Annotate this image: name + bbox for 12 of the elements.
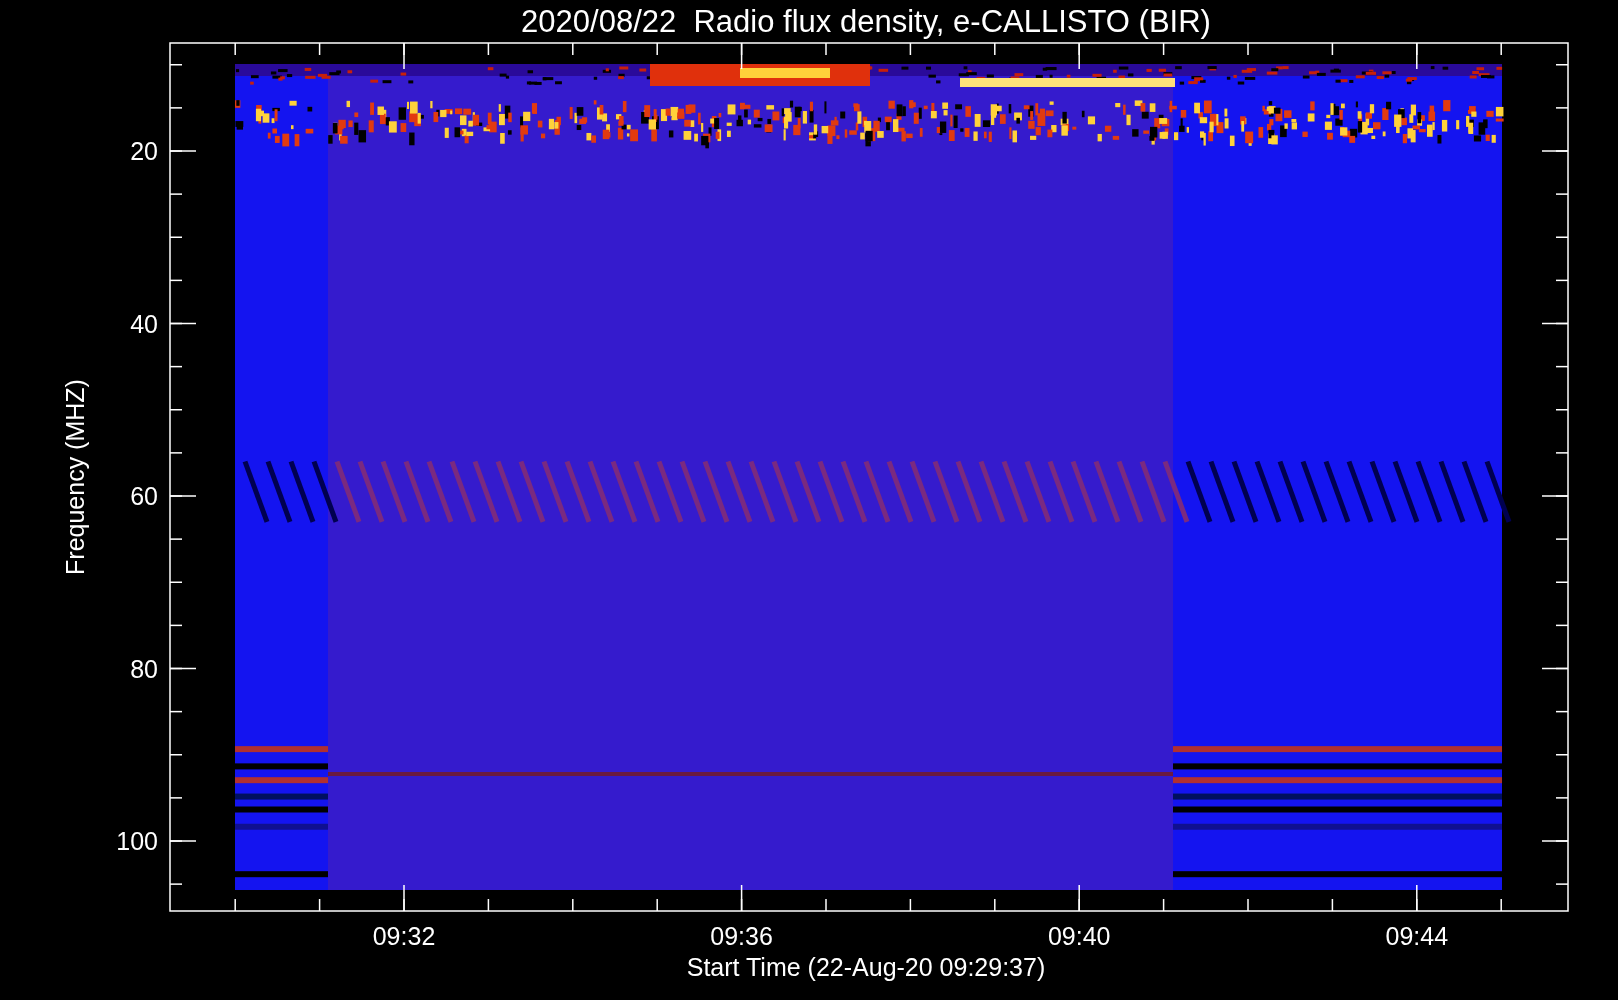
y-tick-label: 20 xyxy=(130,137,158,165)
y-tick-label: 40 xyxy=(130,309,158,338)
x-tick-label: 09:44 xyxy=(1385,922,1449,950)
x-axis-label: Start Time (22-Aug-20 09:29:37) xyxy=(686,953,1046,981)
y-axis-label: Frequency (MHZ) xyxy=(61,379,89,575)
x-tick-label: 09:40 xyxy=(1047,922,1111,950)
x-tick-label: 09:36 xyxy=(710,922,773,950)
x-tick-label: 09:32 xyxy=(372,922,436,950)
y-tick-label: 80 xyxy=(130,654,158,683)
y-tick-label: 100 xyxy=(116,827,158,855)
y-tick-label: 60 xyxy=(130,482,158,510)
plot-title: 2020/08/22 Radio flux density, e-CALLISTO (BIR) xyxy=(521,4,1211,39)
